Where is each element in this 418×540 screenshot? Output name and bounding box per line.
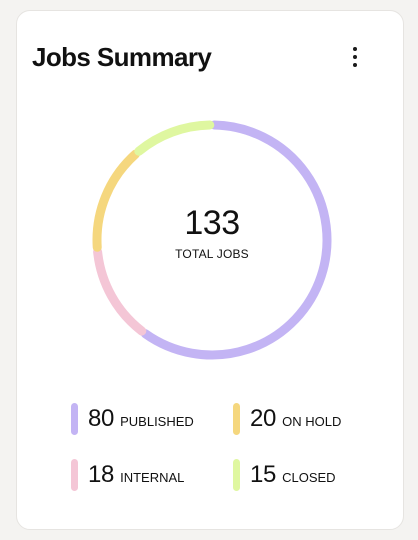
internal-label: INTERNAL <box>120 470 185 485</box>
donut-segment-internal <box>93 247 147 336</box>
legend-item-internal: 18 INTERNAL <box>71 458 184 492</box>
closed-swatch <box>233 459 240 491</box>
on-hold-swatch <box>233 403 240 435</box>
on-hold-count: 20 <box>250 405 277 432</box>
legend-item-closed: 15 CLOSED <box>233 458 336 492</box>
legend-item-on-hold: 20 ON HOLD <box>233 402 341 436</box>
on-hold-label: ON HOLD <box>282 414 342 429</box>
published-swatch <box>71 403 78 435</box>
total-jobs-value: 133 <box>184 204 240 242</box>
card-title: Jobs Summary <box>32 42 212 72</box>
published-label: PUBLISHED <box>120 414 194 429</box>
menu-dot <box>353 63 357 67</box>
more-options-icon[interactable] <box>346 44 364 70</box>
menu-dot <box>353 55 357 59</box>
closed-count: 15 <box>250 461 277 488</box>
total-jobs-label: TOTAL JOBS <box>175 247 249 261</box>
legend-item-published: 80 PUBLISHED <box>71 402 194 436</box>
published-count: 80 <box>88 405 115 432</box>
menu-dot <box>353 47 357 51</box>
donut-segment-closed <box>134 120 215 156</box>
internal-swatch <box>71 459 78 491</box>
closed-label: CLOSED <box>282 470 336 485</box>
internal-count: 18 <box>88 461 115 488</box>
